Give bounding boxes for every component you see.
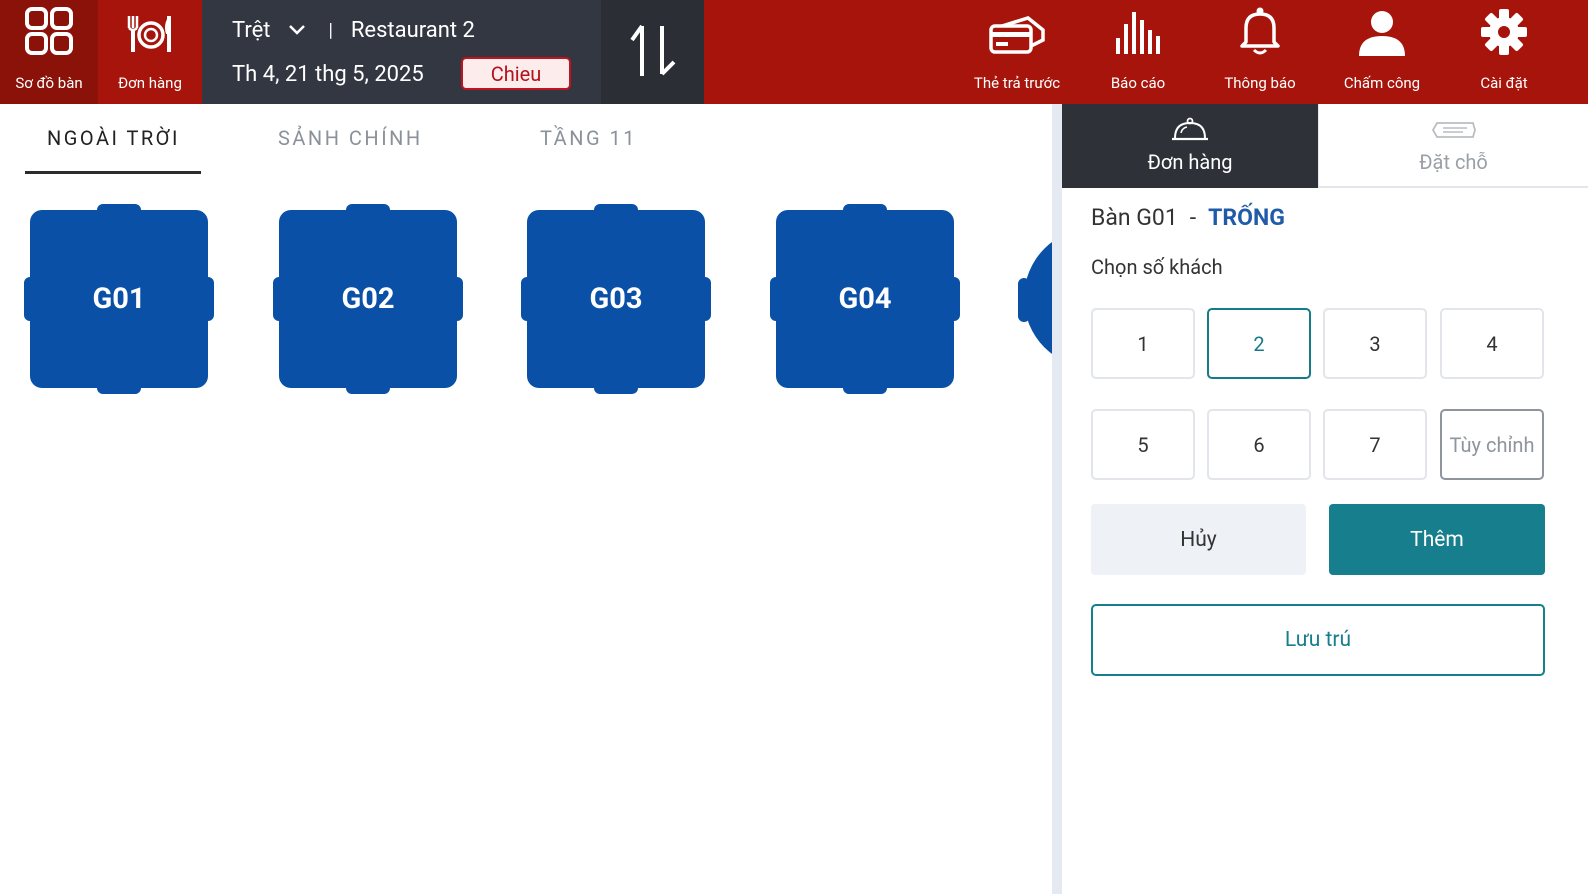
table-g02[interactable]: G02 <box>273 204 463 394</box>
cloche-icon <box>1171 116 1209 144</box>
shift-badge[interactable]: Chieu <box>461 57 571 90</box>
nav-notification-button[interactable]: Thông báo <box>1210 0 1310 104</box>
status-separator: - <box>1189 204 1197 231</box>
tab-main-hall[interactable]: SẢNH CHÍNH <box>278 126 423 154</box>
panel-tab-orders-label: Đơn hàng <box>1147 150 1233 174</box>
guest-option-6[interactable]: 6 <box>1207 409 1311 480</box>
panel-divider <box>1052 104 1062 894</box>
card-icon <box>988 0 1046 60</box>
table-name: G03 <box>527 210 705 388</box>
user-icon <box>1357 0 1407 60</box>
panel-tab-booking[interactable]: Đặt chỗ <box>1318 104 1588 188</box>
gear-icon <box>1480 0 1528 60</box>
table-name: G04 <box>776 210 954 388</box>
panel-tab-booking-label: Đặt chỗ <box>1419 150 1488 174</box>
guest-option-custom[interactable]: Tùy chỉnh <box>1440 409 1544 480</box>
nav-table-map-label: Sơ đồ bàn <box>15 74 83 92</box>
nav-notification-label: Thông báo <box>1224 74 1296 92</box>
nav-orders-button[interactable]: Đơn hàng <box>98 0 202 104</box>
nav-orders-label: Đơn hàng <box>118 74 182 92</box>
current-date: Th 4, 21 thg 5, 2025 <box>232 61 424 87</box>
floor-selector[interactable]: Trệt | Restaurant 2 <box>232 16 475 44</box>
guest-option-2[interactable]: 2 <box>1207 308 1311 379</box>
guest-option-7[interactable]: 7 <box>1323 409 1427 480</box>
nav-report-label: Báo cáo <box>1110 74 1166 92</box>
tab-floor-11[interactable]: TẦNG 11 <box>540 126 637 154</box>
bell-icon <box>1238 0 1282 60</box>
nav-prepaid-card-button[interactable]: Thẻ trả trước <box>965 0 1069 104</box>
nav-prepaid-card-label: Thẻ trả trước <box>973 74 1061 92</box>
nav-attendance-label: Chấm công <box>1343 74 1421 92</box>
add-button[interactable]: Thêm <box>1329 504 1545 575</box>
nav-table-map-button[interactable]: Sơ đồ bàn <box>0 0 98 104</box>
floor-name: Trệt <box>232 17 271 43</box>
selected-table-name: Bàn G01 <box>1091 204 1178 231</box>
selected-table-status: Bàn G01 - TRỐNG <box>1091 204 1285 231</box>
table-g04[interactable]: G04 <box>770 204 960 394</box>
cancel-button[interactable]: Hủy <box>1091 504 1306 575</box>
guest-count-label: Chọn số khách <box>1091 255 1223 279</box>
nav-settings-label: Cài đặt <box>1480 74 1528 92</box>
swap-arrows-icon <box>628 22 678 82</box>
table-g01[interactable]: G01 <box>24 204 214 394</box>
table-name: G02 <box>279 210 457 388</box>
nav-report-button[interactable]: Báo cáo <box>1090 0 1186 104</box>
guest-option-3[interactable]: 3 <box>1323 308 1427 379</box>
chair <box>1018 278 1030 322</box>
active-tab-indicator <box>25 171 201 174</box>
nav-attendance-button[interactable]: Chấm công <box>1330 0 1434 104</box>
chevron-down-icon <box>288 24 306 36</box>
tab-outdoor[interactable]: NGOÀI TRỜI <box>47 126 180 154</box>
status-badge: TRỐNG <box>1208 204 1285 231</box>
guest-option-1[interactable]: 1 <box>1091 308 1195 379</box>
bar-chart-icon <box>1114 0 1162 60</box>
guest-option-4[interactable]: 4 <box>1440 308 1544 379</box>
grid-icon <box>24 0 74 60</box>
order-panel: Đơn hàng Đặt chỗ Bàn G01 - TRỐNG Chọn số… <box>1062 104 1588 894</box>
ticket-icon <box>1431 116 1477 144</box>
top-bar: Sơ đồ bàn Đơn hàng Trệt | Restaurant 2 T… <box>0 0 1588 104</box>
nav-settings-button[interactable]: Cài đặt <box>1460 0 1548 104</box>
table-g03[interactable]: G03 <box>521 204 711 394</box>
stay-button[interactable]: Lưu trú <box>1091 604 1545 676</box>
restaurant-name: Restaurant 2 <box>350 17 475 43</box>
separator: | <box>328 19 333 41</box>
swap-button[interactable] <box>601 0 704 104</box>
location-info: Trệt | Restaurant 2 Th 4, 21 thg 5, 2025… <box>202 0 601 104</box>
table-name: G01 <box>30 210 208 388</box>
guest-option-5[interactable]: 5 <box>1091 409 1195 480</box>
plate-cutlery-icon <box>125 0 175 60</box>
panel-tab-orders[interactable]: Đơn hàng <box>1062 104 1318 188</box>
